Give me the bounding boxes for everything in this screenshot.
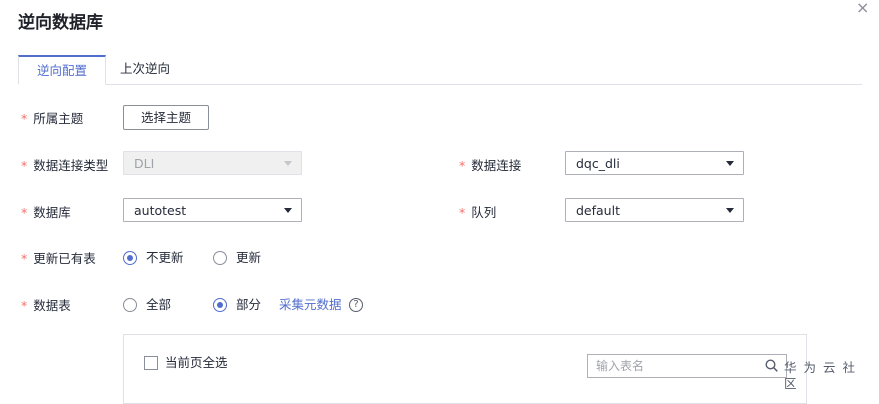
connection-label-text: 数据连接	[471, 158, 522, 173]
chevron-down-icon	[284, 161, 292, 166]
search-icon[interactable]	[765, 359, 778, 372]
queue-label: * 队列	[459, 204, 496, 222]
table-search-input[interactable]: 输入表名	[587, 354, 787, 378]
queue-value: default	[576, 203, 620, 218]
conn-type-value: DLI	[134, 156, 155, 171]
select-all-checkbox[interactable]	[144, 356, 158, 370]
connection-label: * 数据连接	[459, 157, 521, 175]
close-icon[interactable]: ×	[856, 0, 869, 16]
help-icon[interactable]: ?	[349, 298, 363, 312]
subject-label-text: 所属主题	[33, 111, 84, 126]
radio-no-update-label[interactable]: 不更新	[146, 249, 184, 267]
update-existing-label: * 更新已有表	[21, 250, 96, 268]
radio-no-update[interactable]	[123, 251, 137, 265]
select-subject-button[interactable]: 选择主题	[123, 105, 209, 130]
queue-label-text: 队列	[471, 205, 497, 220]
collect-metadata-link[interactable]: 采集元数据	[279, 296, 342, 314]
tab-bar: 逆向配置 上次逆向	[18, 55, 862, 85]
required-mark: *	[21, 298, 28, 313]
radio-all-label[interactable]: 全部	[146, 296, 171, 314]
conn-type-label: * 数据连接类型	[21, 157, 108, 175]
required-mark: *	[459, 205, 466, 220]
radio-partial[interactable]	[213, 298, 227, 312]
database-select[interactable]: autotest	[123, 198, 302, 222]
required-mark: *	[459, 158, 466, 173]
tables-label: * 数据表	[21, 297, 71, 315]
update-existing-label-text: 更新已有表	[33, 251, 96, 266]
conn-type-select: DLI	[123, 151, 302, 175]
select-all-label[interactable]: 当前页全选	[165, 354, 228, 372]
radio-update-label[interactable]: 更新	[236, 249, 261, 267]
chevron-down-icon	[726, 208, 734, 213]
required-mark: *	[21, 251, 28, 266]
connection-select[interactable]: dqc_dli	[565, 151, 744, 175]
conn-type-label-text: 数据连接类型	[33, 158, 109, 173]
tables-label-text: 数据表	[33, 298, 71, 313]
chevron-down-icon	[726, 161, 734, 166]
subject-label: * 所属主题	[21, 110, 83, 128]
database-label-text: 数据库	[33, 205, 71, 220]
tab-last-reverse[interactable]: 上次逆向	[120, 55, 170, 83]
required-mark: *	[21, 111, 28, 126]
radio-update[interactable]	[213, 251, 227, 265]
tab-reverse-config[interactable]: 逆向配置	[18, 55, 106, 85]
database-label: * 数据库	[21, 204, 71, 222]
database-value: autotest	[134, 203, 187, 218]
required-mark: *	[21, 205, 28, 220]
chevron-down-icon	[284, 208, 292, 213]
watermark: 华为云社区	[784, 360, 863, 391]
queue-select[interactable]: default	[565, 198, 744, 222]
connection-value: dqc_dli	[576, 156, 620, 171]
radio-partial-label[interactable]: 部分	[236, 296, 261, 314]
required-mark: *	[21, 158, 28, 173]
dialog-title: 逆向数据库	[18, 13, 103, 33]
radio-all[interactable]	[123, 298, 137, 312]
